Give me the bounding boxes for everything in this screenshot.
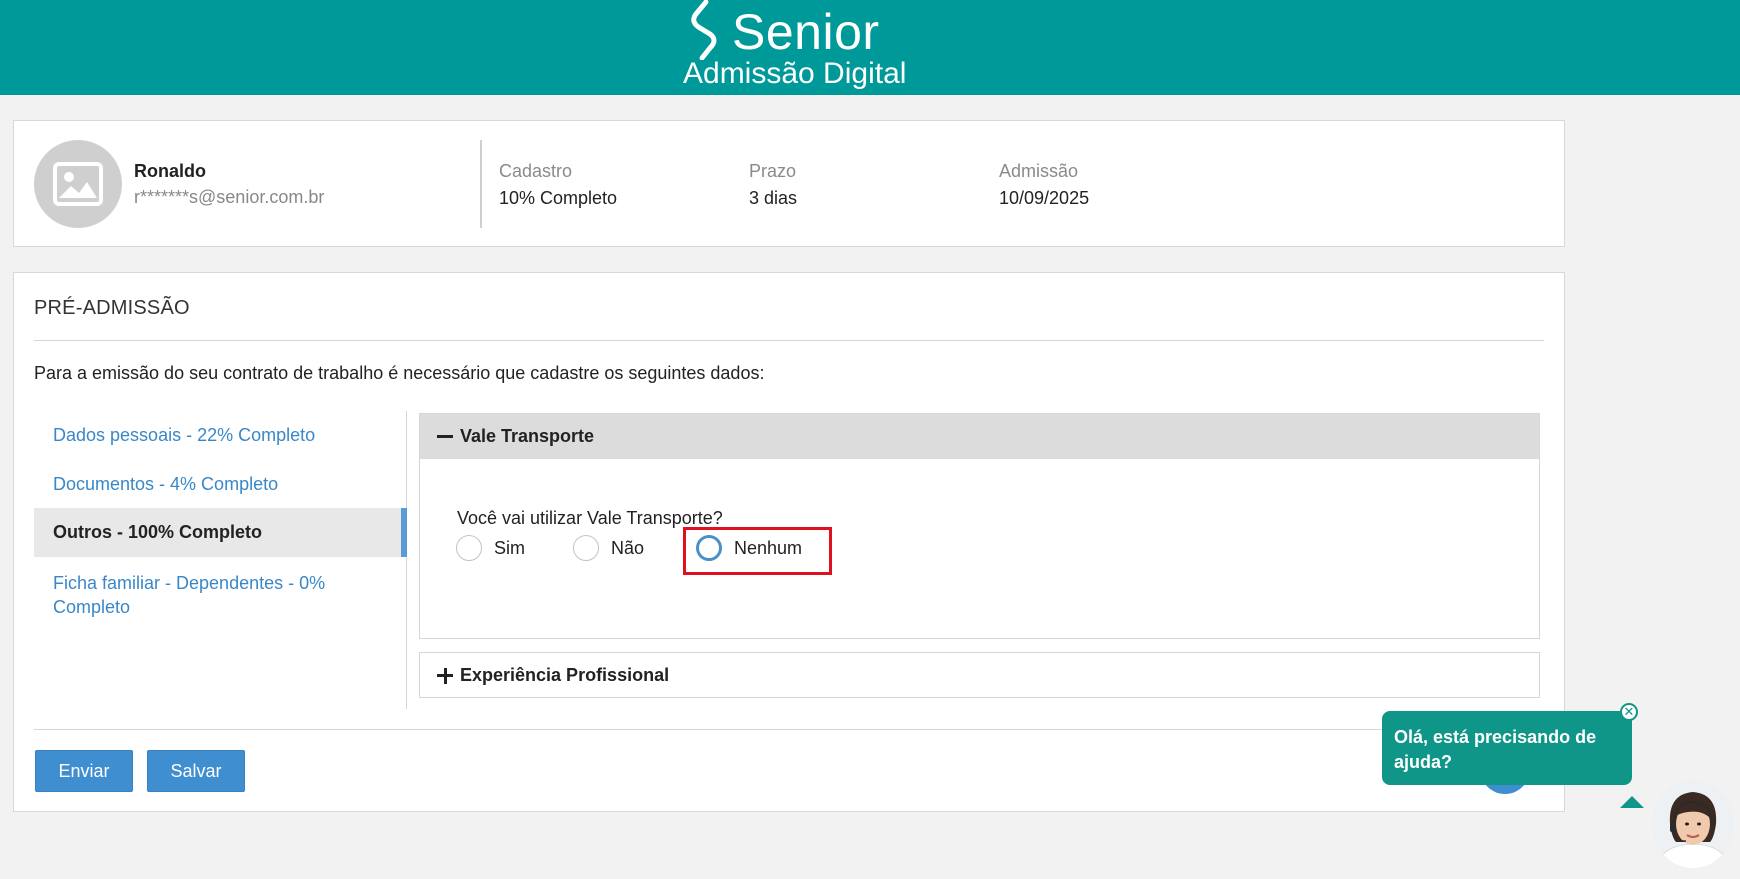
- panel-description: Para a emissão do seu contrato de trabal…: [34, 363, 765, 383]
- send-button[interactable]: Enviar: [35, 750, 133, 792]
- stat-value: 10/09/2025: [999, 188, 1090, 208]
- brand-subtitle: Admissão Digital: [683, 57, 907, 90]
- radio-option-nao[interactable]: Não: [573, 534, 663, 562]
- user-name: Ronaldo: [134, 161, 206, 181]
- radio-label: Não: [611, 538, 645, 558]
- section-vale-transporte: Vale Transporte Você vai utilizar Vale T…: [419, 413, 1540, 639]
- nav-item-dados-pessoais[interactable]: Dados pessoais - 22% Completo: [34, 423, 407, 447]
- support-agent-icon: [1658, 792, 1728, 868]
- stat-label: Prazo: [749, 161, 797, 181]
- radio-option-sim[interactable]: Sim: [456, 534, 546, 562]
- section-header-vale-transporte[interactable]: Vale Transporte: [420, 414, 1539, 459]
- question-label: Você vai utilizar Vale Transporte?: [457, 508, 723, 528]
- minus-icon: [437, 435, 453, 438]
- brand-name: Senior: [732, 4, 880, 60]
- divider: [34, 340, 1544, 341]
- avatar: [34, 140, 122, 228]
- nav-item-ficha-familiar[interactable]: Ficha familiar - Dependentes - 0% Comple…: [34, 571, 407, 619]
- support-agent-avatar[interactable]: [1652, 780, 1734, 868]
- stat-prazo: Prazo 3 dias: [749, 161, 797, 208]
- image-placeholder-icon: [53, 162, 103, 206]
- brand-logo-block: Senior Admissão Digital: [680, 0, 910, 95]
- divider: [34, 729, 1544, 730]
- panel-title: PRÉ-ADMISSÃO: [34, 297, 190, 319]
- plus-icon-vertical: [443, 667, 447, 684]
- nav-item-documentos[interactable]: Documentos - 4% Completo: [34, 472, 407, 496]
- section-title: Vale Transporte: [460, 426, 595, 446]
- nav-item-outros[interactable]: Outros - 100% Completo: [34, 508, 407, 557]
- pre-admission-panel: PRÉ-ADMISSÃO Para a emissão do seu contr…: [13, 272, 1565, 812]
- save-button[interactable]: Salvar: [147, 750, 245, 792]
- stat-label: Cadastro: [499, 161, 573, 181]
- stat-label: Admissão: [999, 161, 1079, 181]
- section-title: Experiência Profissional: [460, 665, 670, 685]
- stat-value: 3 dias: [749, 188, 798, 208]
- chat-pointer: [1620, 796, 1644, 808]
- stat-value: 10% Completo: [499, 188, 618, 208]
- chat-greeting-bubble[interactable]: Olá, está precisando de ajuda?: [1382, 711, 1632, 785]
- highlight-annotation-box: [683, 527, 832, 575]
- radio-label: Sim: [494, 538, 525, 558]
- side-nav: Dados pessoais - 22% Completo Documentos…: [34, 411, 407, 709]
- chat-message: Olá, está precisando de ajuda?: [1394, 727, 1597, 772]
- profile-divider: [480, 140, 482, 228]
- stat-admissao: Admissão 10/09/2025: [999, 161, 1089, 208]
- senior-logo-icon: [691, 0, 717, 60]
- radio-button[interactable]: [456, 535, 482, 561]
- radio-button[interactable]: [573, 535, 599, 561]
- stat-cadastro: Cadastro 10% Completo: [499, 161, 617, 208]
- close-icon[interactable]: ✕: [1620, 703, 1638, 721]
- user-email: r*******s@senior.com.br: [134, 187, 325, 207]
- section-experiencia-profissional[interactable]: Experiência Profissional: [419, 652, 1540, 698]
- top-bar: Senior Admissão Digital: [0, 0, 1740, 95]
- profile-card: Ronaldo r*******s@senior.com.br Cadastro…: [13, 120, 1565, 247]
